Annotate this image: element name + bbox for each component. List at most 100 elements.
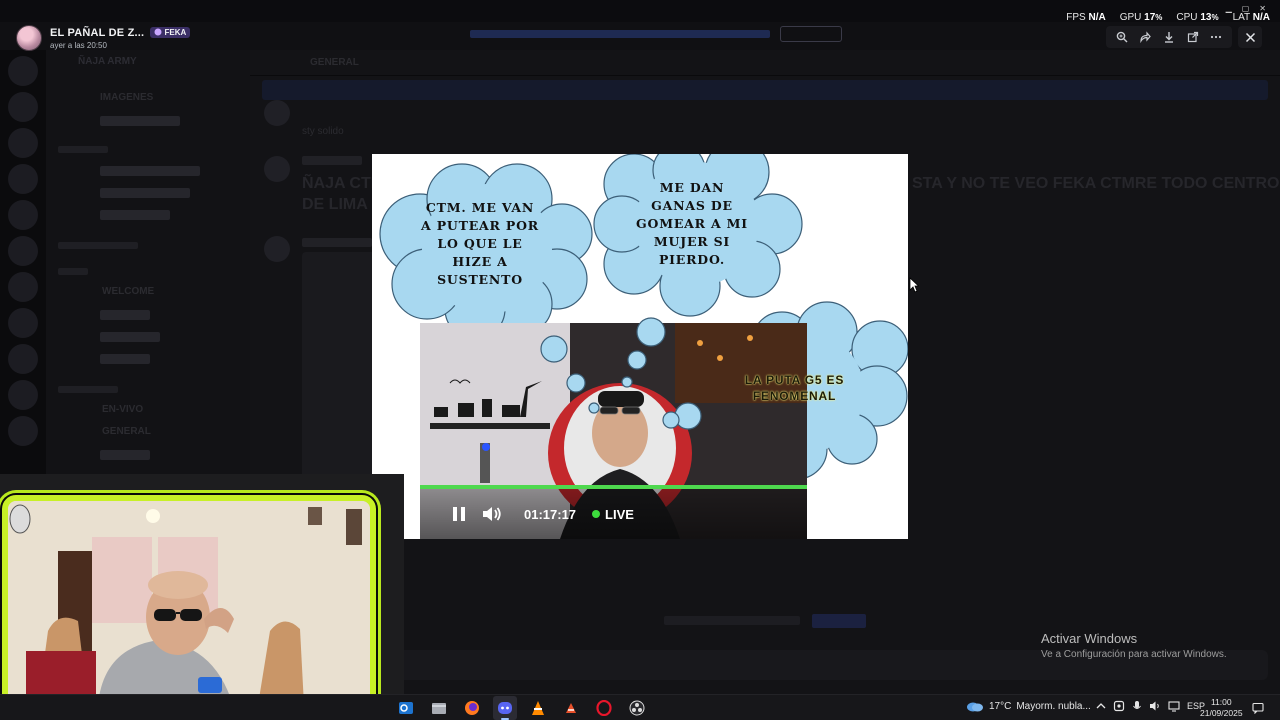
channel-label: EN-VIVO (102, 404, 144, 415)
windows-activation-watermark: Activar Windows Ve a Configuración para … (1041, 631, 1227, 660)
notifications-icon[interactable] (1252, 701, 1264, 719)
message-text: sty solido (302, 126, 344, 137)
category-line (58, 242, 138, 249)
live-dot (592, 510, 601, 518)
server-icon (8, 308, 38, 338)
avatar (264, 156, 290, 182)
file-explorer-icon[interactable] (427, 696, 451, 720)
viewer-toolbar (1106, 26, 1232, 48)
obs-icon[interactable] (625, 696, 649, 720)
taskbar-apps (394, 695, 649, 720)
channel-line (100, 450, 150, 460)
zoom-icon[interactable] (1113, 28, 1131, 46)
channel-title: GENERAL (310, 57, 359, 68)
clock-date: 21/09/2025 (1200, 708, 1243, 718)
taskbar: 17°C Mayorm. nubla... ESP 11:00 21/09/20… (0, 694, 1280, 720)
webcam-scene (8, 501, 370, 705)
channel-line (100, 166, 200, 176)
server-icon (8, 416, 38, 446)
notice-banner (262, 80, 1268, 100)
download-icon[interactable] (1160, 28, 1178, 46)
channel-label: GENERAL (102, 426, 151, 437)
weather-temperature: 17°C (989, 700, 1012, 712)
webcam-overlay (2, 495, 376, 711)
server-icon (8, 236, 38, 266)
close-icon[interactable] (1245, 32, 1256, 43)
channel-line (100, 188, 190, 198)
clock-time: 11:00 (1210, 697, 1232, 707)
server-icon (8, 164, 38, 194)
volume-icon[interactable] (482, 506, 502, 522)
mouse-cursor-icon (909, 277, 919, 293)
server-icon (8, 56, 38, 86)
live-indicator: LIVE (592, 507, 634, 522)
camera-privacy-icon[interactable] (1113, 700, 1125, 712)
badge-icon (154, 28, 162, 36)
message-author (302, 238, 372, 247)
role-badge: FEKA (150, 27, 191, 38)
pause-icon[interactable] (452, 506, 466, 522)
stream-time: 01:17:17 (524, 506, 577, 522)
cpu-stat: CPU 13% (1176, 12, 1218, 23)
media-viewer-author: EL PAÑAL DE Z... FEKA ayer a las 20:50 (16, 23, 191, 53)
avatar (264, 100, 290, 126)
live-label: LIVE (605, 506, 634, 522)
top-notice (470, 27, 770, 41)
server-icon (8, 380, 38, 410)
watermark-subtitle: Ve a Configuración para activar Windows. (1041, 649, 1227, 660)
firefox-icon[interactable] (460, 696, 484, 720)
message-author (302, 156, 362, 165)
server-icon (8, 92, 38, 122)
open-external-icon[interactable] (1184, 28, 1202, 46)
notice-button (780, 26, 842, 42)
opera-icon[interactable] (592, 696, 616, 720)
channel-line (100, 332, 160, 342)
avatar (264, 236, 290, 262)
message-big-line2: DE LIMA (302, 196, 368, 213)
post-timestamp: ayer a las 20:50 (50, 40, 107, 50)
cpu-label: CPU (1176, 12, 1198, 23)
invite-row (664, 612, 874, 630)
fps-value: N/A (1088, 12, 1106, 23)
avatar[interactable] (16, 25, 42, 51)
author-name[interactable]: EL PAÑAL DE Z... (50, 27, 144, 39)
stream-controls: 01:17:17 LIVE (420, 489, 807, 539)
channel-line (100, 210, 170, 220)
app-icon[interactable] (559, 696, 583, 720)
clock[interactable]: 11:00 21/09/2025 (1200, 697, 1243, 719)
cloud-icon (967, 702, 983, 712)
category-line (58, 146, 108, 153)
lat-stat: LAT N/A (1233, 12, 1270, 23)
performance-overlay: FPS N/A GPU 17% CPU 13% LAT N/A (1066, 12, 1270, 23)
category-line (58, 386, 118, 393)
cloud-middle-text: ME DAN GANAS DE GOMEAR A MI MUJER SI PIE… (636, 180, 748, 267)
cpu-value: 13 (1200, 12, 1212, 23)
speaker-icon[interactable] (1149, 700, 1161, 712)
screen: ÑAJA ARMY IMAGENES WELCOME EN-VIVO GENER… (0, 0, 1280, 720)
gpu-percent: % (1155, 13, 1163, 22)
channel-header: GENERAL (250, 50, 1280, 76)
lat-label: LAT (1232, 12, 1250, 23)
more-icon[interactable] (1207, 28, 1225, 46)
discord-icon[interactable] (493, 696, 517, 720)
channel-line (100, 354, 150, 364)
stream-video[interactable]: 01:17:17 LIVE (420, 323, 807, 539)
channel-label: IMAGENES (100, 92, 154, 103)
fps-stat: FPS N/A (1066, 12, 1105, 23)
lat-value: N/A (1252, 12, 1270, 23)
close-viewer-button[interactable] (1238, 26, 1262, 48)
vlc-icon[interactable] (526, 696, 550, 720)
channel-line (100, 116, 180, 126)
fps-label: FPS (1066, 12, 1086, 23)
gpu-stat: GPU 17% (1120, 12, 1163, 23)
network-icon[interactable] (1168, 700, 1180, 712)
gpu-value: 17 (1144, 12, 1156, 23)
meme-image[interactable]: CTM. ME VAN A PUTEAR POR LO QUE LE HIZE … (372, 154, 908, 539)
microphone-icon[interactable] (1132, 700, 1142, 712)
outlook-icon[interactable] (394, 696, 418, 720)
server-icon (8, 344, 38, 374)
chevron-up-icon[interactable] (1096, 701, 1106, 711)
weather-widget[interactable]: 17°C Mayorm. nubla... (966, 700, 1091, 712)
channel-label: WELCOME (102, 286, 155, 297)
forward-icon[interactable] (1136, 28, 1154, 46)
